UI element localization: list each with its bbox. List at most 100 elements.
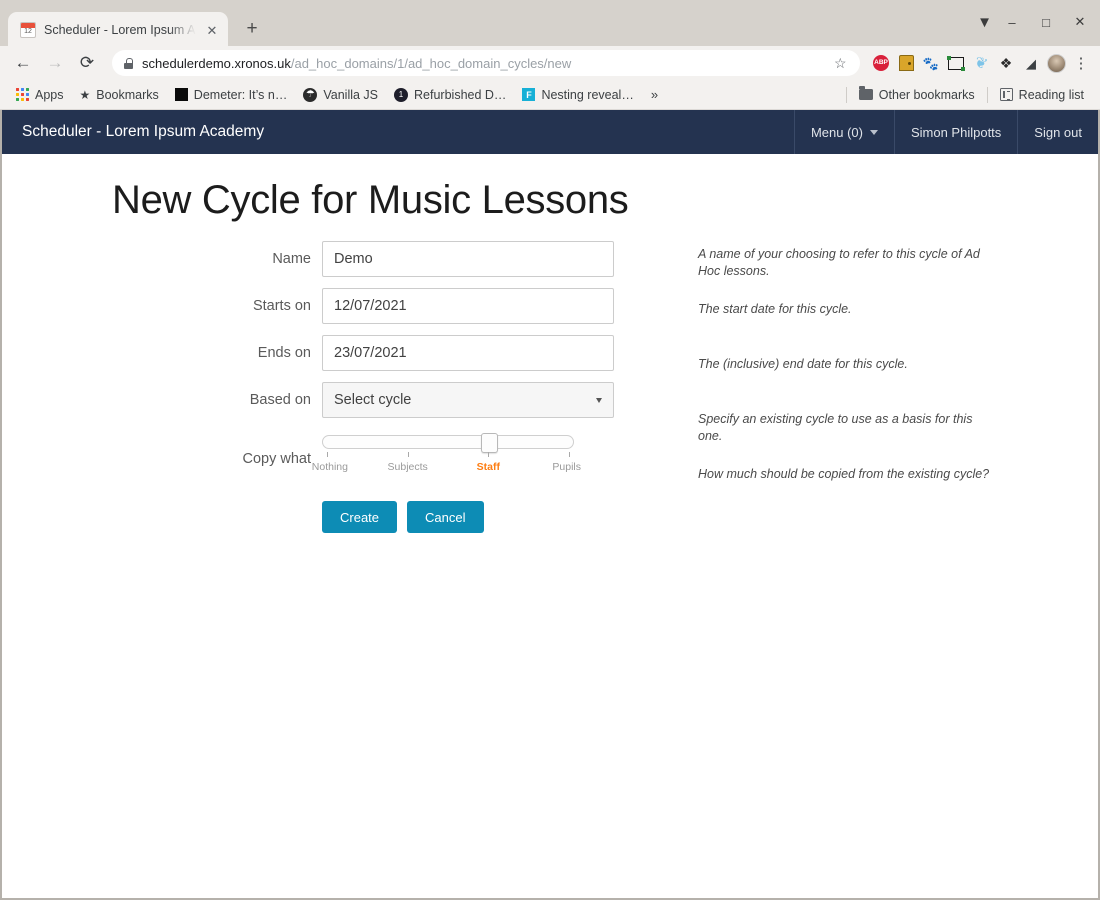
tab-strip: Scheduler - Lorem Ipsum A ✕ + ▼ – □ ✕ xyxy=(0,0,1100,48)
navbar-right: Menu (0) Simon Philpotts Sign out xyxy=(793,110,1098,154)
slider-ticks xyxy=(322,452,574,460)
circle-one-icon: 1 xyxy=(394,87,409,102)
menu-label: Menu (0) xyxy=(810,124,863,140)
bookmark-demeter-label: Demeter: It’s n… xyxy=(193,87,288,102)
help-based-on: Specify an existing cycle to use as a ba… xyxy=(698,412,973,443)
ends-on-input[interactable]: 23/07/2021 xyxy=(322,335,614,371)
label-starts-on: Starts on xyxy=(252,298,311,314)
reading-list-button[interactable]: Reading list xyxy=(992,85,1092,105)
bookmark-star-icon[interactable]: ☆ xyxy=(834,55,850,72)
reload-button[interactable]: ⟳ xyxy=(72,48,102,78)
browser-tab[interactable]: Scheduler - Lorem Ipsum A ✕ xyxy=(8,12,228,48)
bookmark-refurbished-label: Refurbished D… xyxy=(414,87,507,102)
slider-handle[interactable] xyxy=(480,433,498,453)
avatar-glyph xyxy=(1046,53,1066,73)
bookmark-vanilla-js-label: Vanilla JS xyxy=(323,87,379,102)
page-viewport: Scheduler - Lorem Ipsum Academy Menu (0)… xyxy=(0,110,1100,900)
reading-list-label: Reading list xyxy=(1018,87,1084,102)
based-on-select[interactable]: Select cycle xyxy=(322,382,614,418)
window-controls: ▼ – □ ✕ xyxy=(977,8,1094,36)
other-bookmarks-button[interactable]: Other bookmarks xyxy=(851,85,983,105)
gnome-foot-icon[interactable]: 🐾 xyxy=(920,52,942,74)
forward-button[interactable]: → xyxy=(40,48,70,78)
url-domain: schedulerdemo.xronos.uk xyxy=(142,55,291,71)
address-bar[interactable]: schedulerdemo.xronos.uk/ad_hoc_domains/1… xyxy=(112,50,860,76)
page-content: New Cycle for Music Lessons Name Demo St… xyxy=(2,154,1098,533)
reading-list-icon xyxy=(999,88,1013,101)
frame-glyph xyxy=(947,55,965,71)
starts-on-input[interactable]: 12/07/2021 xyxy=(322,288,614,324)
label-copy-what: Copy what xyxy=(242,451,311,467)
chevron-down-icon[interactable]: ▼ xyxy=(977,14,992,31)
bookmark-refurbished[interactable]: 1 Refurbished D… xyxy=(386,85,514,105)
chrome-menu-icon[interactable]: ⋮ xyxy=(1070,52,1092,74)
adblock-plus-icon[interactable]: ABP xyxy=(870,52,892,74)
bookmark-demeter[interactable]: Demeter: It’s n… xyxy=(167,85,296,105)
puzzle-icon[interactable]: ❖ xyxy=(995,52,1017,74)
sign-out-label: Sign out xyxy=(1034,124,1082,140)
url-path: /ad_hoc_domains/1/ad_hoc_domain_cycles/n… xyxy=(290,55,572,71)
divider xyxy=(845,86,847,103)
menu-dropdown[interactable]: Menu (0) xyxy=(793,110,894,154)
door-icon[interactable] xyxy=(895,52,917,74)
sign-out-link[interactable]: Sign out xyxy=(1017,110,1098,154)
slider-labels: Nothing Subjects Staff Pupils xyxy=(312,461,581,475)
apps-grid-icon xyxy=(16,88,29,101)
profile-avatar[interactable] xyxy=(1045,52,1067,74)
bookmarks-overflow-button[interactable]: » xyxy=(642,84,667,105)
bookmarks-bar-right: Other bookmarks Reading list xyxy=(842,85,1092,105)
door-glyph xyxy=(898,55,914,71)
other-bookmarks-label: Other bookmarks xyxy=(878,87,975,102)
folder-icon xyxy=(858,86,873,100)
url-text: schedulerdemo.xronos.uk/ad_hoc_domains/1… xyxy=(142,56,825,71)
divider xyxy=(986,86,988,103)
minimize-button[interactable]: – xyxy=(998,8,1026,36)
form-actions: Create Cancel xyxy=(2,501,1098,533)
cast-icon[interactable]: ◢ xyxy=(1020,52,1042,74)
apps-label: Apps xyxy=(35,87,64,102)
slider-option-pupils[interactable]: Pupils xyxy=(552,461,581,473)
teal-square-icon: F xyxy=(522,88,536,101)
bookmark-nesting-label: Nesting reveal… xyxy=(541,87,634,102)
new-tab-button[interactable]: + xyxy=(238,14,266,42)
slider-option-subjects[interactable]: Subjects xyxy=(388,461,428,473)
slider-option-staff[interactable]: Staff xyxy=(477,461,500,473)
close-icon[interactable]: ✕ xyxy=(204,22,220,38)
bookmark-nesting[interactable]: F Nesting reveal… xyxy=(514,85,641,105)
slider-option-nothing[interactable]: Nothing xyxy=(312,461,348,473)
label-based-on: Based on xyxy=(249,392,311,408)
bookmark-vanilla-js[interactable]: ☂ Vanilla JS xyxy=(295,85,386,105)
create-button[interactable]: Create xyxy=(322,501,398,533)
globe-icon: ☂ xyxy=(303,87,318,102)
user-menu[interactable]: Simon Philpotts xyxy=(893,110,1017,154)
help-ends-on: The (inclusive) end date for this cycle. xyxy=(698,357,908,371)
apps-button[interactable]: Apps xyxy=(8,85,72,105)
name-input[interactable]: Demo xyxy=(322,241,614,277)
maximize-button[interactable]: □ xyxy=(1032,8,1060,36)
star-icon: ★ xyxy=(79,87,91,102)
abp-badge: ABP xyxy=(873,55,889,71)
help-copy-what: How much should be copied from the exist… xyxy=(698,467,990,481)
extension-tray: ABP 🐾 ❦ ❖ ◢ ⋮ xyxy=(868,52,1092,74)
bookmarks-bar: Apps ★ Bookmarks Demeter: It’s n… ☂ Vani… xyxy=(0,80,1100,110)
copy-what-slider[interactable]: Nothing Subjects Staff Pupils xyxy=(312,429,614,475)
back-button[interactable]: ← xyxy=(8,48,38,78)
bookmarks-folder[interactable]: ★ Bookmarks xyxy=(72,85,167,105)
app-brand[interactable]: Scheduler - Lorem Ipsum Academy xyxy=(2,110,794,154)
browser-window: Scheduler - Lorem Ipsum A ✕ + ▼ – □ ✕ ← … xyxy=(0,0,1100,900)
calendar-icon xyxy=(20,22,36,38)
cancel-button[interactable]: Cancel xyxy=(407,501,484,533)
leaf-icon[interactable]: ❦ xyxy=(967,49,995,77)
tab-title: Scheduler - Lorem Ipsum A xyxy=(44,23,196,37)
browser-toolbar: ← → ⟳ schedulerdemo.xronos.uk/ad_hoc_dom… xyxy=(0,46,1100,80)
slider-track[interactable] xyxy=(322,433,574,453)
based-on-selected-value: Select cycle xyxy=(334,392,412,408)
chevron-down-icon xyxy=(869,129,878,135)
close-window-button[interactable]: ✕ xyxy=(1066,8,1094,36)
slider-tick xyxy=(407,452,409,457)
slider-tick xyxy=(569,452,570,457)
app-navbar: Scheduler - Lorem Ipsum Academy Menu (0)… xyxy=(2,110,1098,154)
user-label: Simon Philpotts xyxy=(910,124,1002,140)
screenshot-frame-icon[interactable] xyxy=(945,52,967,74)
